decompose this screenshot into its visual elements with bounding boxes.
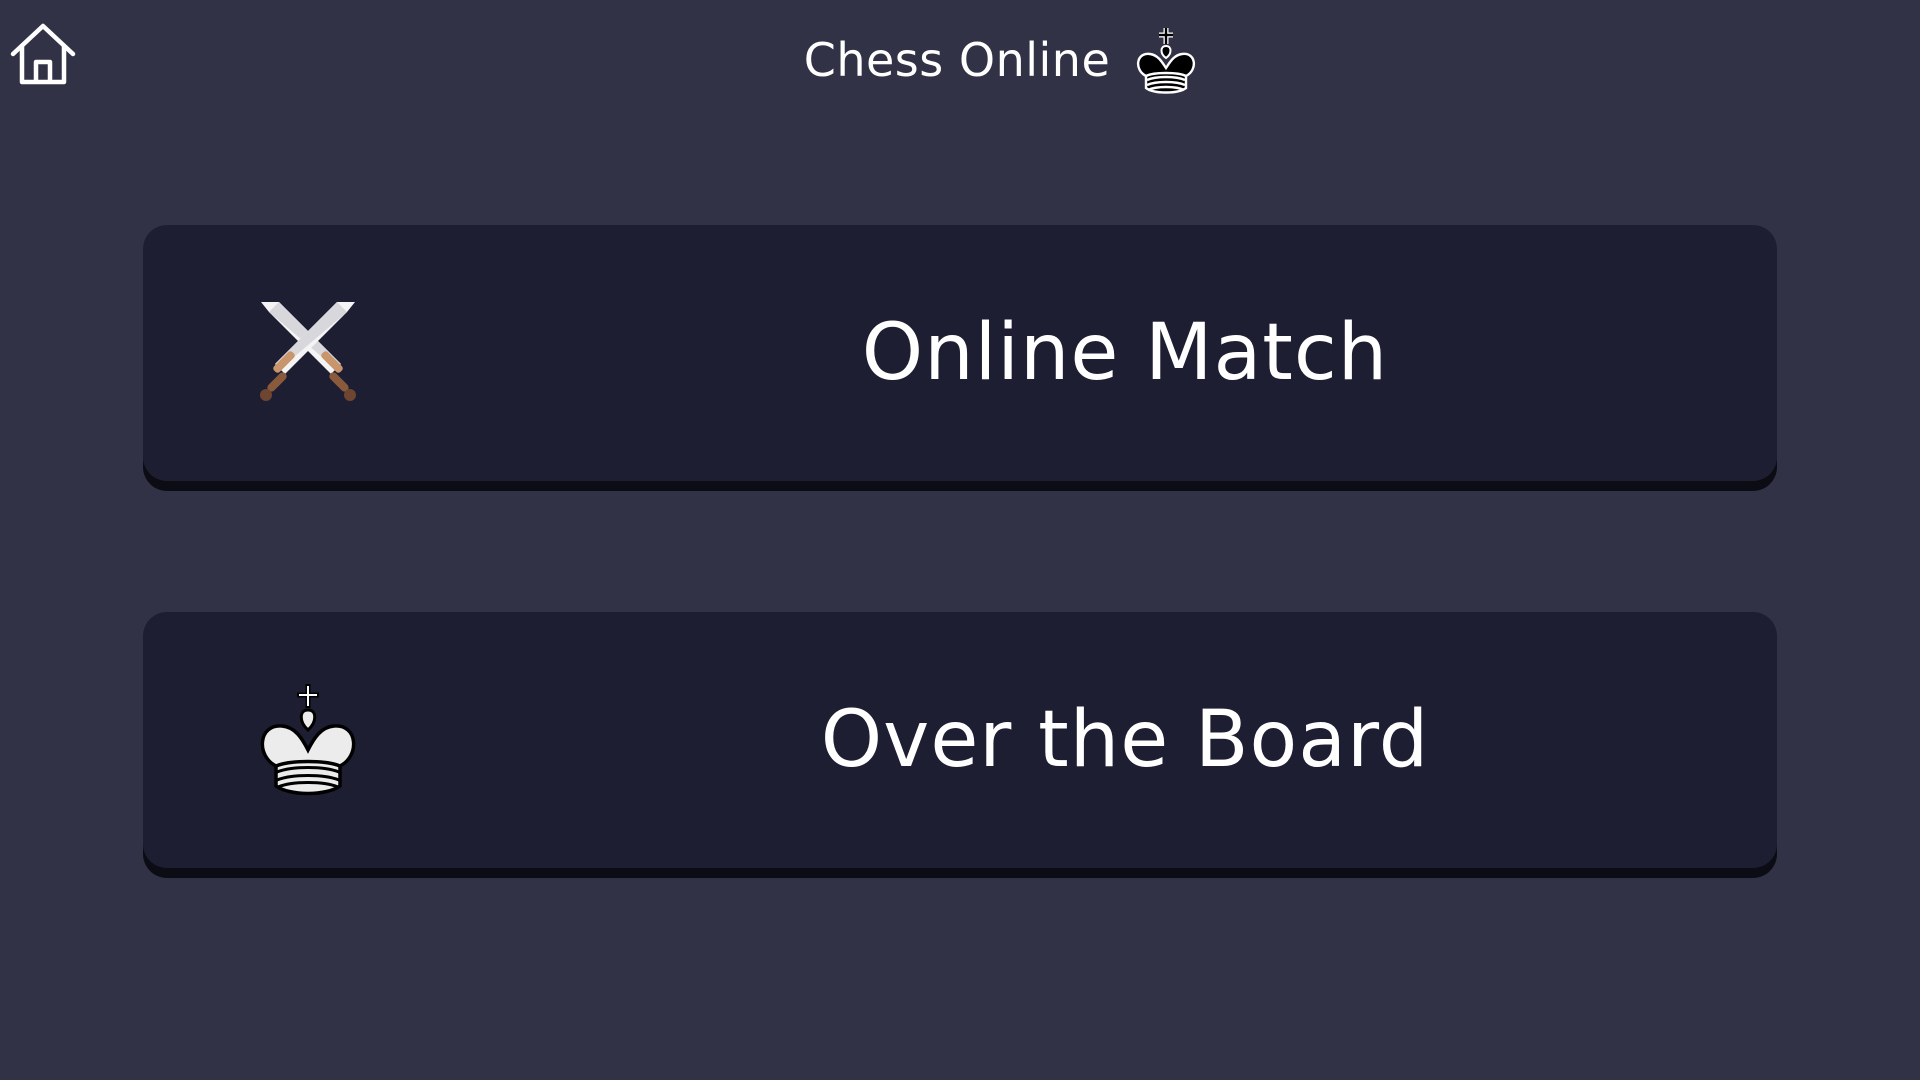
white-king-icon [248,680,368,800]
chess-home-screen: Chess Online Online Match Over the Board [0,0,1920,1080]
crossed-swords-icon [248,293,368,413]
page-title: Chess Online [803,33,1111,87]
online-match-label: Online Match [861,308,1389,398]
header-title-group: Chess Online [804,24,1203,96]
header: Chess Online [0,0,1920,120]
over-the-board-button[interactable]: Over the Board [143,612,1777,868]
black-king-icon [1130,24,1202,96]
over-the-board-label: Over the Board [820,695,1430,785]
online-match-button[interactable]: Online Match [143,225,1777,481]
